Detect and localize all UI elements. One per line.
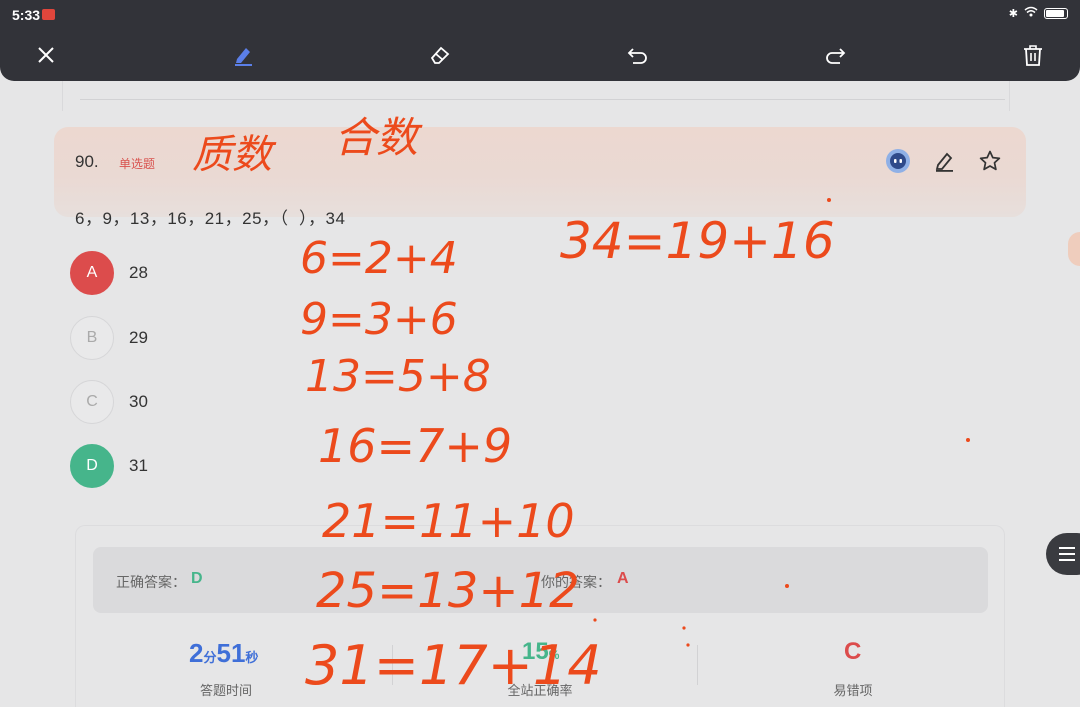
handwriting-right-equation: 34=19+16 bbox=[560, 212, 835, 270]
eraser-tool-button[interactable] bbox=[425, 40, 455, 70]
option-c[interactable]: C 30 bbox=[70, 380, 370, 424]
option-letter: A bbox=[70, 251, 114, 295]
accuracy-unit: % bbox=[548, 648, 560, 662]
battery-icon bbox=[1044, 7, 1068, 19]
answer-time: 2分51秒 bbox=[189, 638, 258, 669]
answer-sheet-button[interactable] bbox=[1046, 533, 1080, 575]
answer-time-label: 答题时间 bbox=[199, 683, 252, 698]
divider bbox=[697, 645, 698, 685]
option-value: 30 bbox=[129, 392, 148, 411]
ai-assistant-button[interactable] bbox=[885, 148, 911, 174]
correct-answer-value: D bbox=[191, 570, 203, 587]
time-minutes-unit: 分 bbox=[203, 650, 217, 665]
wifi-icon bbox=[1024, 6, 1038, 20]
option-letter: C bbox=[70, 380, 114, 424]
divider bbox=[80, 99, 1005, 100]
accuracy-value: 15 bbox=[522, 638, 549, 665]
clear-all-button[interactable] bbox=[1018, 40, 1048, 70]
status-icons: ✱ bbox=[1009, 6, 1068, 20]
common-wrong-value: C bbox=[844, 638, 862, 665]
common-wrong-option: C bbox=[844, 638, 861, 666]
side-handle[interactable] bbox=[1068, 232, 1080, 266]
edit-icon bbox=[935, 152, 953, 172]
option-value: 28 bbox=[129, 263, 148, 282]
site-accuracy: 15% bbox=[522, 638, 559, 666]
close-icon bbox=[38, 47, 54, 63]
star-icon bbox=[979, 150, 1001, 171]
correct-answer-label: 正确答案： bbox=[116, 574, 186, 590]
close-button[interactable] bbox=[31, 40, 61, 70]
undo-icon bbox=[627, 48, 647, 64]
option-value: 29 bbox=[129, 328, 148, 347]
undo-button[interactable] bbox=[623, 40, 653, 70]
option-letter: B bbox=[70, 316, 114, 360]
option-letter: D bbox=[70, 444, 114, 488]
favorite-button[interactable] bbox=[977, 148, 1003, 174]
pen-icon bbox=[235, 48, 252, 66]
drawing-toolbar: 5:33 ✱ bbox=[0, 0, 1080, 81]
status-time: 5:33 bbox=[12, 7, 41, 23]
option-b[interactable]: B 29 bbox=[70, 316, 370, 360]
redo-icon bbox=[826, 48, 846, 64]
question-number: 90. bbox=[75, 152, 99, 171]
time-seconds-unit: 秒 bbox=[245, 650, 259, 665]
redo-button[interactable] bbox=[820, 40, 850, 70]
time-seconds: 51 bbox=[216, 638, 246, 668]
divider bbox=[392, 645, 393, 685]
your-answer-value: A bbox=[617, 570, 629, 587]
option-a[interactable]: A 28 bbox=[70, 251, 370, 295]
pen-tool-button[interactable] bbox=[228, 40, 258, 70]
eraser-icon bbox=[430, 46, 450, 64]
question-type-badge: 单选题 bbox=[119, 157, 156, 171]
notification-icon bbox=[42, 9, 55, 20]
time-minutes: 2 bbox=[189, 638, 204, 668]
note-button[interactable] bbox=[931, 148, 957, 174]
previous-card bbox=[62, 81, 1010, 111]
list-icon bbox=[1059, 547, 1075, 561]
trash-icon bbox=[1024, 45, 1042, 66]
site-accuracy-label: 全站正确率 bbox=[507, 683, 573, 698]
question-stem: 6，9，13，16，21，25，（ ），34 bbox=[75, 209, 346, 228]
option-value: 31 bbox=[129, 456, 148, 475]
your-answer-label: 你的答案： bbox=[541, 574, 611, 590]
robot-icon bbox=[886, 149, 910, 173]
common-wrong-label: 易错项 bbox=[833, 683, 873, 698]
option-d[interactable]: D 31 bbox=[70, 444, 370, 488]
bluetooth-icon: ✱ bbox=[1008, 7, 1018, 20]
